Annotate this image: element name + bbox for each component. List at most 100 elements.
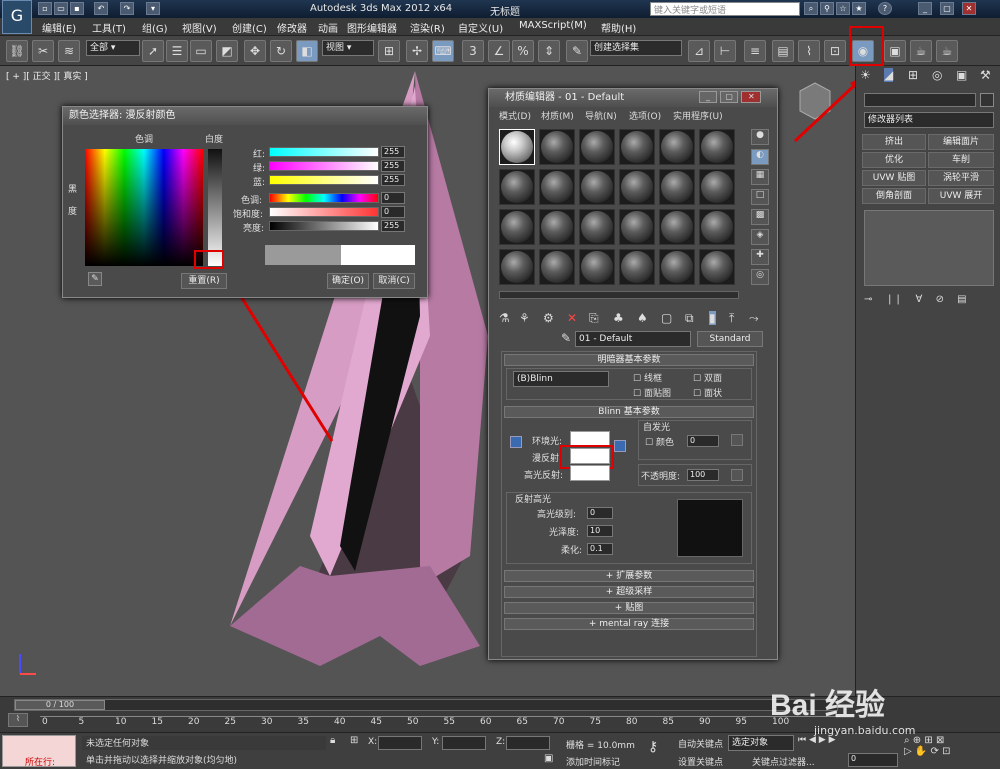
menu-views[interactable]: 视图(V) [182, 20, 217, 35]
sample-slot[interactable] [619, 209, 655, 245]
shader-dropdown[interactable]: (B)Blinn [513, 371, 609, 387]
put-to-scene-icon[interactable]: ⚘ [519, 311, 530, 325]
pick-material-icon[interactable]: ✎ [561, 331, 571, 345]
value-slider[interactable] [269, 221, 379, 231]
snap-toggle-icon[interactable]: 3 [462, 40, 484, 62]
menu-create[interactable]: 创建(C) [232, 20, 267, 35]
saturation-spinner[interactable]: 0 [381, 206, 405, 218]
rect-selection-icon[interactable]: ▭ [190, 40, 212, 62]
slot-scrollbar[interactable] [499, 291, 739, 299]
sample-slot[interactable] [699, 129, 735, 165]
self-illum-spinner[interactable]: 0 [687, 435, 719, 447]
set-key-mode-icon[interactable]: ⚷ [648, 739, 658, 755]
select-by-name-icon[interactable]: ☰ [166, 40, 188, 62]
create-tab-icon[interactable]: ☀ [860, 68, 871, 82]
maximize-viewport-icon[interactable]: ⊡ [942, 746, 950, 757]
material-name-field[interactable]: 01 - Default [575, 331, 691, 347]
menu-modifiers[interactable]: 修改器 [277, 20, 307, 35]
select-object-icon[interactable]: ➚ [142, 40, 164, 62]
select-by-material-icon[interactable]: ◎ [751, 269, 769, 285]
mat-menu-options[interactable]: 选项(O) [629, 109, 661, 122]
menu-group[interactable]: 组(G) [142, 20, 168, 35]
blue-spinner[interactable]: 255 [381, 174, 405, 186]
two-sided-checkbox[interactable]: ☐ 双面 [693, 371, 722, 384]
self-illum-color-checkbox[interactable]: ☐ 颜色 [645, 435, 674, 448]
show-end-result-icon[interactable]: ▮ [709, 311, 716, 325]
reset-map-icon[interactable]: ✕ [567, 311, 577, 325]
current-frame-field[interactable]: 0 [848, 753, 898, 767]
maximize-icon[interactable]: ▢ [940, 2, 954, 15]
app-logo-icon[interactable]: G [2, 0, 32, 34]
glossiness-spinner[interactable]: 10 [587, 525, 613, 537]
assign-material-icon[interactable]: ⚙ [543, 311, 554, 325]
open-file-icon[interactable]: ▭ [54, 2, 68, 15]
mental-ray-rollout[interactable]: + mental ray 连接 [504, 618, 754, 630]
y-coord-field[interactable] [442, 736, 486, 750]
layer-manager-icon[interactable]: ≡ [744, 40, 766, 62]
select-manipulate-icon[interactable]: ✢ [406, 40, 428, 62]
sample-slot[interactable] [499, 249, 535, 285]
face-map-checkbox[interactable]: ☐ 面贴图 [633, 386, 671, 399]
named-selection-dropdown[interactable]: 创建选择集 [590, 40, 682, 56]
maps-rollout[interactable]: + 贴图 [504, 602, 754, 614]
sample-slot[interactable] [579, 209, 615, 245]
hue-blackness-field[interactable] [85, 149, 203, 266]
red-slider[interactable] [269, 147, 379, 157]
scale-icon[interactable]: ◧ [296, 40, 318, 62]
pan-icon[interactable]: ✋ [915, 746, 927, 757]
align-icon[interactable]: ⊢ [714, 40, 736, 62]
copy-material-icon[interactable]: ⎘ [589, 311, 599, 326]
window-crossing-icon[interactable]: ◩ [216, 40, 238, 62]
backlight-icon[interactable]: ◐ [751, 149, 769, 165]
favorites-icon[interactable]: ★ [852, 2, 866, 15]
menu-customize[interactable]: 自定义(U) [458, 20, 503, 35]
green-slider[interactable] [269, 161, 379, 171]
value-spinner[interactable]: 255 [381, 220, 405, 232]
mod-extrude-button[interactable]: 挤出 [862, 134, 926, 150]
undo-icon[interactable]: ↶ [94, 2, 108, 15]
z-coord-field[interactable] [506, 736, 550, 750]
sample-type-icon[interactable]: ● [751, 129, 769, 145]
mat-menu-mode[interactable]: 模式(D) [499, 109, 531, 122]
utilities-tab-icon[interactable]: ⚒ [980, 68, 991, 82]
reset-button[interactable]: 重置(R) [181, 273, 227, 289]
sample-slot[interactable] [499, 169, 535, 205]
ref-coord-dropdown[interactable]: 视图 ▾ [322, 40, 374, 56]
pivot-center-icon[interactable]: ⊞ [378, 40, 400, 62]
wire-checkbox[interactable]: ☐ 线框 [633, 371, 662, 384]
sample-slot[interactable] [539, 129, 575, 165]
unlink-icon[interactable]: ✂ [32, 40, 54, 62]
options-icon[interactable]: ✚ [751, 249, 769, 265]
x-coord-field[interactable] [378, 736, 422, 750]
hierarchy-tab-icon[interactable]: ⊞ [908, 68, 918, 82]
mat-menu-utilities[interactable]: 实用程序(U) [673, 109, 723, 122]
menu-rendering[interactable]: 渲染(R) [410, 20, 445, 35]
make-unique-icon[interactable]: ♣ [613, 311, 624, 325]
schematic-view-icon[interactable]: ⊡ [824, 40, 846, 62]
hue-spinner[interactable]: 0 [381, 192, 405, 204]
bind-space-warp-icon[interactable]: ≋ [58, 40, 80, 62]
sample-slot[interactable] [579, 169, 615, 205]
make-preview-icon[interactable]: ◈ [751, 229, 769, 245]
menu-help[interactable]: 帮助(H) [601, 20, 636, 35]
sample-slot[interactable] [499, 129, 535, 165]
move-icon[interactable]: ✥ [244, 40, 266, 62]
lock-selection-icon[interactable]: 🔒︎ [330, 735, 335, 746]
make-unique-stack-icon[interactable]: ∀ [916, 294, 923, 305]
configure-modifier-icon[interactable]: ▤ [957, 294, 966, 305]
color-picker-titlebar[interactable]: 颜色选择器: 漫反射颜色 [63, 107, 427, 125]
isolate-icon[interactable]: ▣ [544, 753, 553, 764]
sample-slot[interactable] [619, 249, 655, 285]
angle-snap-icon[interactable]: ∠ [488, 40, 510, 62]
field-of-view-icon[interactable]: ▷ [904, 746, 912, 757]
faceted-checkbox[interactable]: ☐ 面状 [693, 386, 722, 399]
project-folder-icon[interactable]: ▾ [146, 2, 160, 15]
mod-unwrap-uvw-button[interactable]: UVW 展开 [928, 188, 994, 204]
remove-modifier-icon[interactable]: ⊘ [936, 294, 944, 305]
subscription-icon[interactable]: ⚲ [820, 2, 834, 15]
modifier-list-dropdown[interactable]: 修改器列表 [864, 112, 994, 128]
sample-slot[interactable] [579, 129, 615, 165]
green-spinner[interactable]: 255 [381, 160, 405, 172]
menu-graph-editors[interactable]: 图形编辑器 [347, 20, 397, 35]
search-icon[interactable]: ⌕ [804, 2, 818, 15]
